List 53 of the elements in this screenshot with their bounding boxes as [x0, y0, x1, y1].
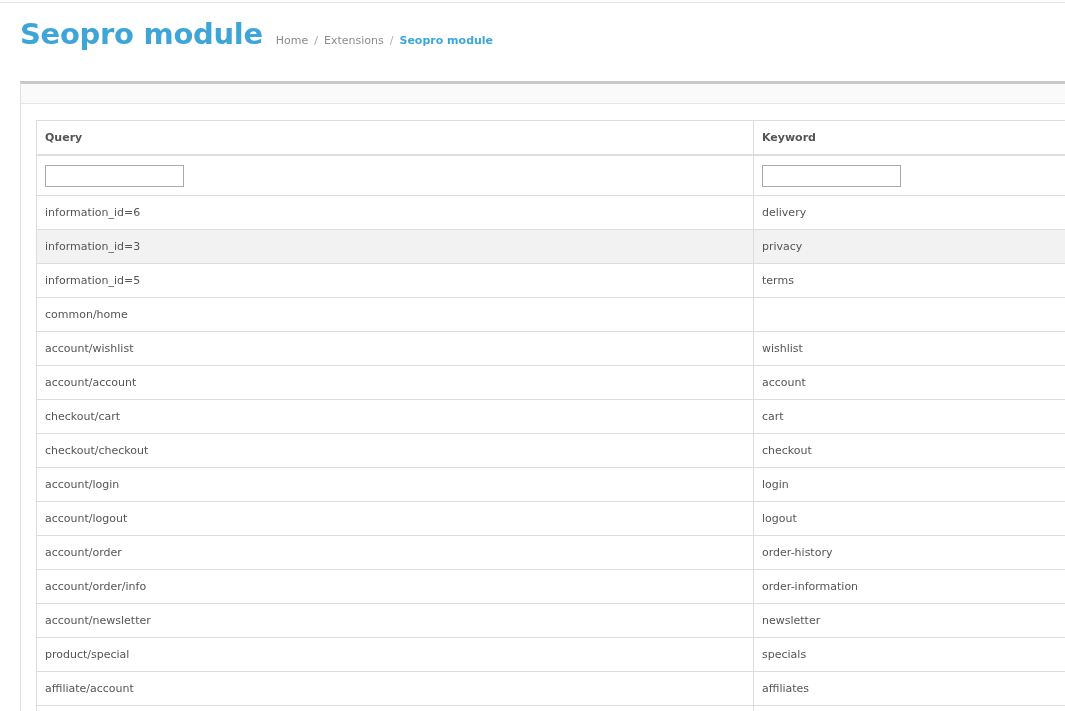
table-cell: affiliate/account — [45, 682, 134, 695]
table-cell: order-information — [762, 580, 859, 593]
page-title: Seopro module — [20, 17, 263, 51]
table-row[interactable]: account/order order-history — [36, 535, 1065, 570]
table-row[interactable]: information_id=6 delivery — [36, 195, 1065, 230]
table-cell: account/newsletter — [45, 614, 151, 627]
table-row[interactable]: account/logout logout — [36, 501, 1065, 536]
table-cell: order-history — [762, 546, 833, 559]
table-cell: account/order — [45, 546, 122, 559]
table-cell: affiliates — [762, 682, 810, 695]
table-row[interactable]: information_id=3 privacy — [36, 229, 1065, 264]
table-cell: checkout — [762, 444, 812, 457]
table-cell: account — [762, 376, 806, 389]
table-cell: product/special — [45, 648, 130, 661]
table-cell: logout — [762, 512, 797, 525]
table-row[interactable]: account/order/info order-information — [36, 569, 1065, 604]
table-row[interactable]: checkout/checkout checkout — [36, 433, 1065, 468]
table-cell: checkout/cart — [45, 410, 121, 423]
table-cell: wishlist — [762, 342, 803, 355]
table-row[interactable]: affiliate/account affiliates — [36, 671, 1065, 706]
table-cell: information_id=6 — [45, 206, 141, 219]
table-row[interactable]: account/login login — [36, 467, 1065, 502]
table-cell: information_id=5 — [45, 274, 141, 287]
breadcrumb-separator: / — [314, 34, 319, 47]
table-cell: newsletter — [762, 614, 821, 627]
table-row[interactable]: account/newsletter newsletter — [36, 603, 1065, 638]
table-row[interactable]: information_id=5 terms — [36, 263, 1065, 298]
table-cell: account/login — [45, 478, 120, 491]
breadcrumb-link[interactable]: Extensions — [324, 34, 384, 47]
table-cell: privacy — [762, 240, 803, 253]
breadcrumb-separator: / — [389, 34, 394, 47]
table-row[interactable]: account/account account — [36, 365, 1065, 400]
table-row[interactable]: product/special specials — [36, 637, 1065, 672]
breadcrumb-link[interactable]: Home — [275, 34, 309, 47]
table-cell: login — [762, 478, 789, 491]
table-cell: common/home — [45, 308, 128, 321]
table-cell: terms — [762, 274, 794, 287]
table-cell: account/logout — [45, 512, 128, 525]
table-row[interactable]: common/home — [36, 297, 1065, 332]
table-cell: cart — [762, 410, 784, 423]
table-cell: account/wishlist — [45, 342, 134, 355]
column-header: Keyword — [753, 120, 1065, 155]
table-cell: account/account — [45, 376, 137, 389]
filter-input[interactable] — [45, 164, 184, 187]
table-row[interactable]: checkout/cart cart — [36, 399, 1065, 434]
table-cell: checkout/checkout — [45, 444, 149, 457]
table-cell: delivery — [762, 206, 807, 219]
filter-input[interactable] — [762, 164, 901, 187]
table-row[interactable]: account/wishlist wishlist — [36, 331, 1065, 366]
table-cell: account/order/info — [45, 580, 147, 593]
table-cell: specials — [762, 648, 807, 661]
table-cell: information_id=3 — [45, 240, 141, 253]
column-header: Query — [36, 120, 754, 155]
